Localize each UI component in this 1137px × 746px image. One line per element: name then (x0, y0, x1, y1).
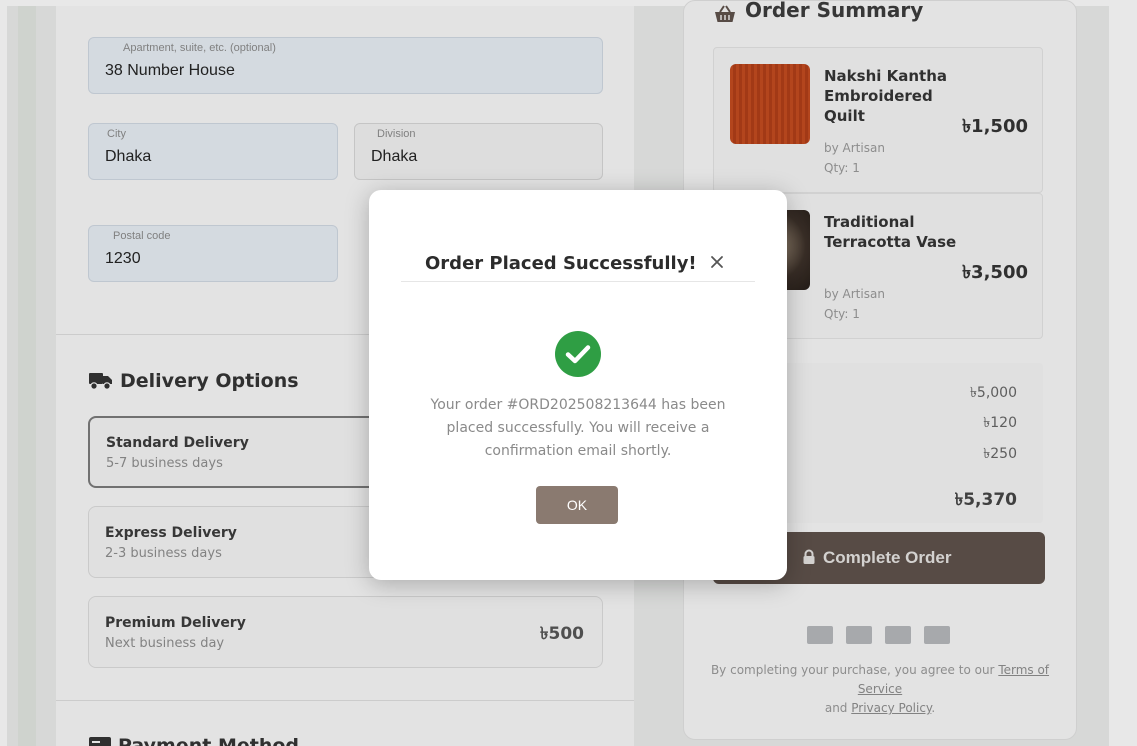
checkout-page: Apartment, suite, etc. (optional) 38 Num… (0, 0, 1137, 746)
close-button[interactable] (705, 250, 729, 274)
ok-button[interactable]: OK (536, 486, 618, 524)
order-success-dialog: Order Placed Successfully! Your order #O… (369, 190, 787, 580)
success-check-icon (555, 331, 601, 377)
close-icon (711, 256, 723, 268)
dialog-title: Order Placed Successfully! (425, 253, 697, 274)
dialog-message: Your order #ORD202508213644 has been pla… (430, 397, 726, 459)
dialog-divider (401, 281, 755, 282)
